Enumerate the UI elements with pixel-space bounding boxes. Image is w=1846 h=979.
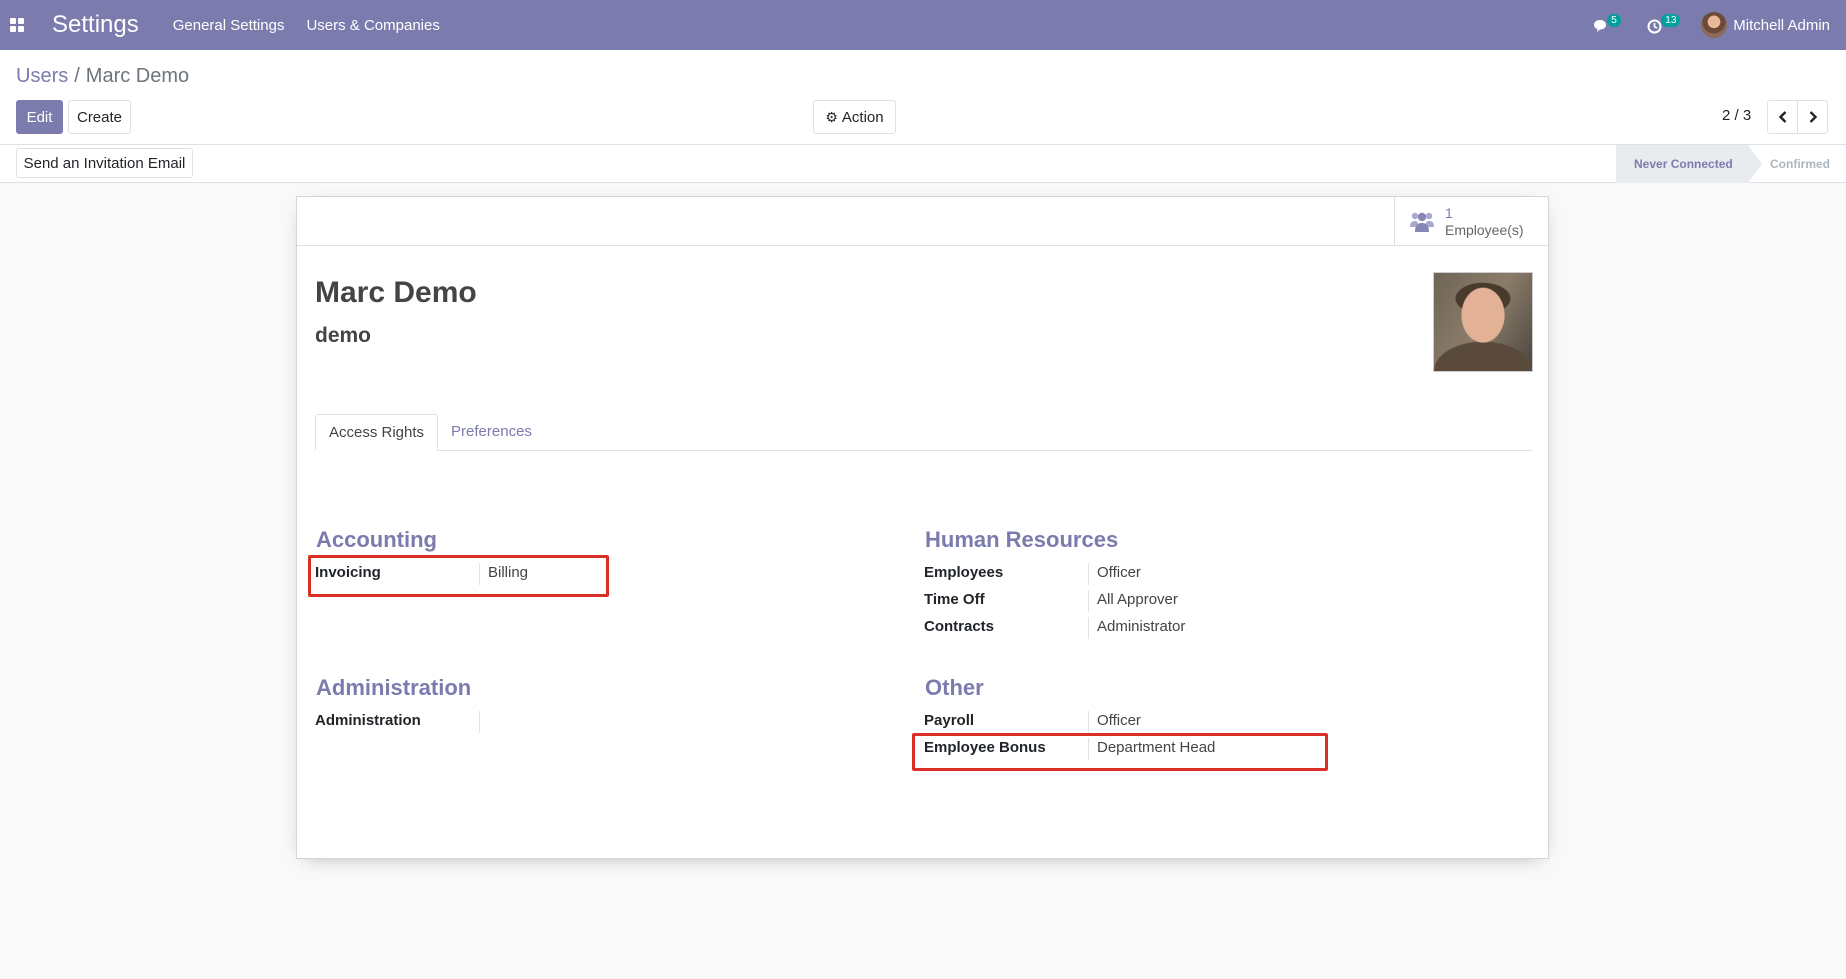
edit-button[interactable]: Edit <box>16 100 63 134</box>
tab-preferences[interactable]: Preferences <box>438 414 545 451</box>
field-label-employees: Employees <box>924 563 1089 585</box>
send-invitation-button[interactable]: Send an Invitation Email <box>16 148 193 178</box>
field-value-time-off[interactable]: All Approver <box>1089 590 1178 617</box>
control-panel: Users / Marc Demo Edit Create ⚙ Action 2 /… <box>0 50 1846 145</box>
pager-next-button[interactable] <box>1797 100 1828 134</box>
chevron-right-icon <box>1809 111 1817 123</box>
stage-never-connected: Never Connected <box>1616 145 1762 183</box>
action-button[interactable]: ⚙ Action <box>813 100 896 134</box>
chevron-left-icon <box>1778 111 1786 123</box>
field-row-employees: Employees Officer <box>924 563 1141 590</box>
field-label-payroll: Payroll <box>924 711 1089 733</box>
status-bar: Send an Invitation Email Never Connected… <box>0 145 1846 183</box>
gear-icon: ⚙ <box>825 108 838 125</box>
user-name-title[interactable]: Marc Demo <box>315 276 477 310</box>
form-sheet: 1 Employee(s) Marc Demo demo Access Righ… <box>296 196 1550 859</box>
highlight-box-employee-bonus <box>912 733 1328 771</box>
top-navbar: Settings General Settings Users & Compan… <box>0 0 1846 50</box>
avatar <box>1701 12 1728 38</box>
stage-confirmed: Confirmed <box>1770 157 1830 171</box>
group-title-administration: Administration <box>316 675 472 700</box>
field-value-administration[interactable] <box>480 711 488 738</box>
users-icon <box>1410 212 1434 232</box>
employees-stat-button[interactable]: 1 Employee(s) <box>1394 197 1550 246</box>
field-row-time-off: Time Off All Approver <box>924 590 1178 617</box>
tab-access-rights[interactable]: Access Rights <box>315 414 439 451</box>
group-title-accounting: Accounting <box>316 527 437 552</box>
group-title-other: Other <box>925 675 984 700</box>
pager-previous-button[interactable] <box>1767 100 1798 134</box>
messaging-menu[interactable]: 5 <box>1593 14 1621 35</box>
app-brand[interactable]: Settings <box>52 11 139 39</box>
field-row-contracts: Contracts Administrator <box>924 617 1185 644</box>
field-label-administration: Administration <box>315 711 480 733</box>
breadcrumb: Users / Marc Demo <box>16 65 190 87</box>
menu-users-companies[interactable]: Users & Companies <box>306 17 439 34</box>
user-menu[interactable]: Mitchell Admin <box>1701 12 1830 38</box>
activity-menu[interactable]: 13 <box>1647 14 1681 35</box>
field-label-time-off: Time Off <box>924 590 1089 612</box>
apps-menu-icon[interactable] <box>0 0 34 50</box>
clock-icon <box>1647 19 1662 34</box>
field-row-administration: Administration <box>315 711 488 738</box>
breadcrumb-users-link[interactable]: Users <box>16 65 68 87</box>
user-photo[interactable] <box>1433 272 1533 372</box>
activities-badge: 13 <box>1661 14 1681 27</box>
employees-count: 1 <box>1445 204 1453 221</box>
action-label: Action <box>841 108 884 126</box>
create-button[interactable]: Create <box>68 100 131 134</box>
field-label-contracts: Contracts <box>924 617 1089 639</box>
button-box: 1 Employee(s) <box>297 197 1550 246</box>
highlight-box-invoicing <box>308 555 609 597</box>
field-value-employees[interactable]: Officer <box>1089 563 1141 590</box>
pager-value[interactable]: 2 / 3 <box>1722 107 1751 124</box>
employees-label: Employee(s) <box>1445 221 1524 238</box>
user-name: Mitchell Admin <box>1733 16 1830 34</box>
notebook-tabs: Access Rights Preferences <box>315 414 1532 451</box>
group-title-human-resources: Human Resources <box>925 527 1119 552</box>
menu-general-settings[interactable]: General Settings <box>173 17 285 34</box>
user-login[interactable]: demo <box>315 324 371 348</box>
breadcrumb-current: Marc Demo <box>85 65 190 87</box>
messages-badge: 5 <box>1607 14 1621 27</box>
field-value-contracts[interactable]: Administrator <box>1089 617 1185 644</box>
